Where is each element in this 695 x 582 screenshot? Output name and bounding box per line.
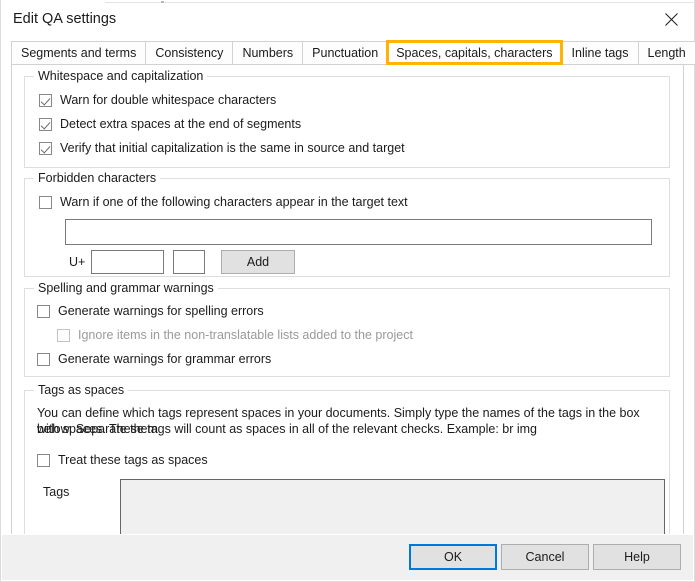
tab-segments-and-terms[interactable]: Segments and terms [11,41,146,65]
tab-label: Length [647,46,686,60]
cancel-button[interactable]: Cancel [501,544,589,570]
tags-description-line-2: with spaces. These tags will count as sp… [37,422,538,436]
add-forbidden-character-button[interactable]: Add [221,250,295,274]
checkbox-detect-extra-spaces-end[interactable]: Detect extra spaces at the end of segmen… [39,117,301,131]
group-whitespace-and-capitalization: Whitespace and capitalization Warn for d… [24,69,670,168]
button-label: Cancel [525,550,565,564]
tab-numbers[interactable]: Numbers [232,41,303,65]
tab-page-spaces-capitals-characters: Whitespace and capitalization Warn for d… [11,64,684,568]
tab-label: Consistency [155,46,224,60]
close-button[interactable] [648,3,694,35]
dialog-footer: OK Cancel Help [2,534,693,580]
group-legend: Tags as spaces [34,383,129,397]
unicode-code-input[interactable] [91,250,164,274]
checkbox-generate-grammar-warnings[interactable]: Generate warnings for grammar errors [37,352,271,366]
checkbox-label: Verify that initial capitalization is th… [60,141,405,155]
group-legend: Spelling and grammar warnings [34,281,218,295]
title-bar: Edit QA settings [1,3,694,35]
group-legend: Forbidden characters [34,171,161,185]
forbidden-characters-input[interactable] [65,219,652,245]
uplus-label: U+ [69,255,86,269]
tab-punctuation[interactable]: Punctuation [302,41,388,65]
checkbox-label: Generate warnings for grammar errors [58,352,272,366]
tab-strip: Segments and terms Consistency Numbers P… [11,40,695,65]
edit-qa-settings-dialog: Edit QA settings Segments and terms Cons… [0,0,695,582]
checkbox-generate-spelling-warnings[interactable]: Generate warnings for spelling errors [37,304,264,318]
button-label: Help [624,550,650,564]
checkbox-box [57,328,70,342]
tab-length[interactable]: Length [637,41,695,65]
tab-label: Punctuation [312,46,379,60]
checkbox-box [39,195,52,209]
tab-label: Segments and terms [21,46,137,60]
checkbox-warn-double-whitespace[interactable]: Warn for double whitespace characters [39,93,276,107]
checkbox-box [39,141,52,155]
tab-label: Inline tags [571,46,629,60]
tab-label: Spaces, capitals, characters [396,45,553,60]
checkbox-label: Detect extra spaces at the end of segmen… [60,117,302,131]
ok-button[interactable]: OK [409,544,497,570]
checkbox-box [37,453,50,467]
tab-label: Numbers [242,46,294,60]
group-tags-as-spaces: Tags as spaces You can define which tags… [24,383,670,550]
button-label: OK [443,550,463,564]
checkbox-box [39,117,52,131]
button-label: Add [246,255,270,269]
tags-field-label: Tags [43,485,70,499]
checkbox-ignore-non-translatable-lists: Ignore items in the non-translatable lis… [57,328,413,342]
checkbox-box [37,352,50,366]
window-title: Edit QA settings [13,11,117,27]
group-legend: Whitespace and capitalization [34,69,208,83]
checkbox-treat-tags-as-spaces[interactable]: Treat these tags as spaces [37,453,208,467]
group-spelling-and-grammar-warnings: Spelling and grammar warnings Generate w… [24,281,670,377]
checkbox-label: Treat these tags as spaces [58,453,208,467]
checkbox-label: Warn if one of the following characters … [60,195,408,209]
tab-consistency[interactable]: Consistency [145,41,233,65]
tab-list: Segments and terms Consistency Numbers P… [11,40,695,65]
group-forbidden-characters: Forbidden characters Warn if one of the … [24,171,670,277]
checkbox-box [39,93,52,107]
tags-textarea[interactable] [120,479,665,537]
checkbox-label: Generate warnings for spelling errors [58,304,264,318]
tab-spaces-capitals-characters[interactable]: Spaces, capitals, characters [386,40,563,65]
checkbox-box [37,304,50,318]
checkbox-label: Ignore items in the non-translatable lis… [78,328,413,342]
checkbox-warn-forbidden-characters[interactable]: Warn if one of the following characters … [39,195,408,209]
checkbox-label: Warn for double whitespace characters [60,93,277,107]
checkbox-verify-initial-capitalization[interactable]: Verify that initial capitalization is th… [39,141,405,155]
dialog-client-area: Segments and terms Consistency Numbers P… [1,35,695,581]
help-button[interactable]: Help [593,544,681,570]
close-icon [664,12,678,26]
unicode-char-input[interactable] [173,250,205,274]
tab-inline-tags[interactable]: Inline tags [561,41,638,65]
